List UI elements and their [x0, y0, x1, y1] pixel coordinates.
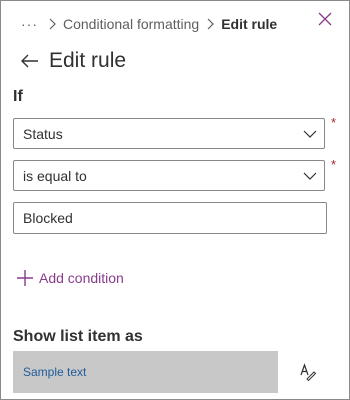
- back-button[interactable]: [19, 50, 41, 72]
- close-icon: [318, 12, 332, 26]
- operator-dropdown[interactable]: is equal to: [13, 160, 325, 191]
- edit-style-button[interactable]: [297, 361, 319, 383]
- breadcrumb-item-edit-rule: Edit rule: [221, 16, 278, 32]
- plus-icon: [15, 268, 35, 288]
- edit-rule-panel: ··· Conditional formatting Edit rule Edi…: [0, 0, 350, 400]
- add-condition-label: Add condition: [39, 270, 124, 286]
- required-indicator: *: [331, 157, 337, 172]
- page-title: Edit rule: [49, 49, 127, 72]
- breadcrumb: ··· Conditional formatting Edit rule: [21, 13, 277, 35]
- chevron-right-icon: [199, 13, 221, 35]
- title-row: Edit rule: [19, 46, 126, 76]
- column-dropdown-value: Status: [23, 125, 63, 142]
- required-indicator: *: [331, 115, 337, 130]
- breadcrumb-item-conditional-formatting[interactable]: Conditional formatting: [63, 16, 199, 32]
- sample-text: Sample text: [23, 365, 87, 379]
- condition-value-input[interactable]: [13, 202, 327, 234]
- chevron-down-icon: [296, 119, 324, 148]
- operator-dropdown-value: is equal to: [23, 167, 87, 184]
- chevron-right-icon: [41, 13, 63, 35]
- chevron-down-icon: [296, 161, 324, 190]
- more-horizontal-icon[interactable]: ···: [21, 13, 41, 35]
- sample-preview[interactable]: Sample text: [13, 351, 278, 393]
- arrow-left-icon: [21, 54, 38, 68]
- add-condition-button[interactable]: Add condition: [15, 266, 124, 290]
- show-list-item-as-label: Show list item as: [13, 328, 143, 345]
- close-button[interactable]: [315, 9, 335, 29]
- text-format-icon: [300, 363, 317, 381]
- column-dropdown[interactable]: Status: [13, 118, 325, 149]
- if-label: If: [13, 88, 23, 105]
